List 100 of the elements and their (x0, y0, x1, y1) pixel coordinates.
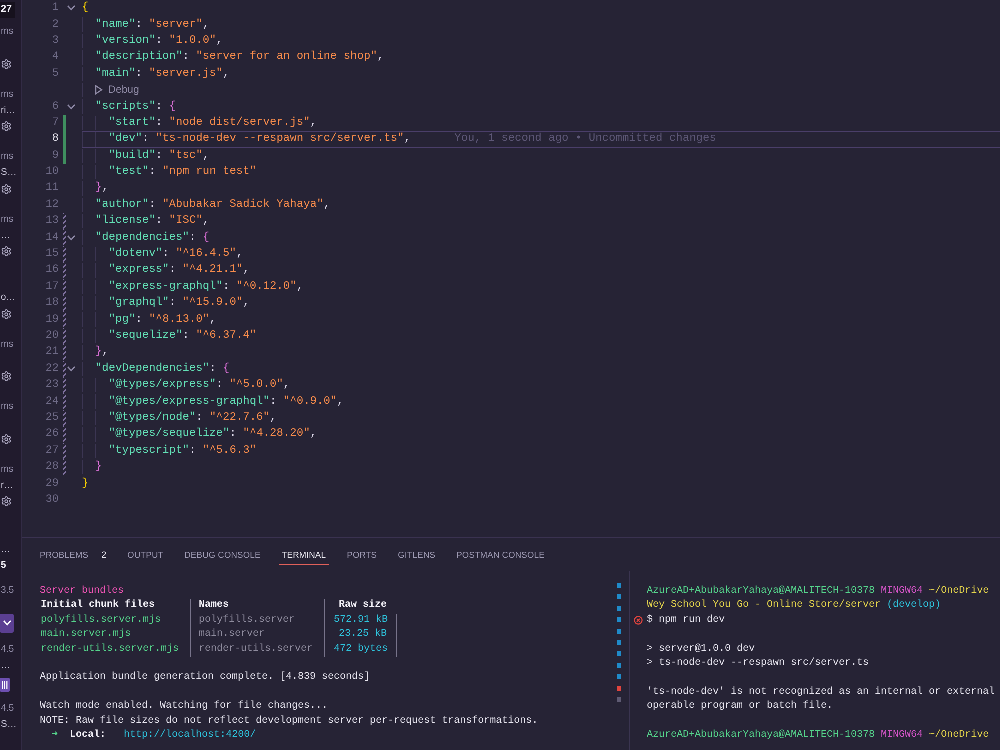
panel-tab[interactable]: TERMINAL (278, 545, 330, 565)
table-header: Raw size (324, 599, 397, 614)
hatched-line-bar[interactable] (62, 360, 66, 377)
line-number: 21 (46, 345, 59, 360)
gear-icon[interactable] (1, 371, 12, 382)
terminal-line: Watch mode enabled. Watching for file changes... (40, 700, 328, 714)
code-line: "sequelize": "^6.37.4" (108, 329, 257, 343)
chevron-down-icon[interactable] (0, 614, 14, 632)
table-cell: 23.25 kB (324, 628, 397, 643)
table-cell: polyfills.server (190, 614, 324, 628)
panel-tab[interactable]: DEBUG CONSOLE (182, 545, 264, 565)
code-line: "graphql": "^15.9.0", (108, 296, 250, 310)
line-number: 11 (46, 181, 59, 196)
code-line: "express": "^4.21.1", (108, 263, 250, 278)
gear-icon[interactable] (1, 434, 12, 444)
code-line: "name": "server", (95, 18, 210, 32)
code-line: } (95, 460, 102, 474)
duration-text: ms (0, 25, 14, 39)
error-circle-icon[interactable] (634, 616, 643, 626)
line-number: 25 (46, 410, 59, 425)
panel-tab[interactable]: GITLENS (395, 545, 439, 565)
line-number: 3 (52, 34, 59, 48)
code-line: "devDependencies": { (95, 362, 230, 376)
line-number: 30 (46, 492, 59, 507)
gear-icon[interactable] (1, 246, 12, 257)
added-line-bar[interactable] (62, 114, 66, 132)
line-number: 15 (46, 247, 59, 262)
hatched-line-bar[interactable] (62, 376, 66, 394)
debug-codelens[interactable]: Debug (95, 83, 140, 98)
item-label: … (0, 542, 10, 556)
gear-icon[interactable] (1, 121, 12, 132)
terminal-heading: Server bundles (40, 585, 124, 599)
gear-icon[interactable] (1, 496, 12, 507)
hatched-line-bar[interactable] (62, 262, 66, 279)
line-number: 24 (46, 394, 59, 409)
duration-text: ms (0, 338, 14, 352)
item-label: r… (0, 478, 14, 492)
line-number: 1 (52, 1, 59, 16)
panel-tab[interactable]: OUTPUT (124, 545, 167, 565)
terminal-line: NOTE: Raw file sizes do not reflect development server per-request transformations. (40, 714, 538, 729)
hatched-line-bar[interactable] (62, 410, 66, 426)
item-label: S… (0, 166, 17, 180)
hatched-line-bar[interactable] (62, 246, 66, 262)
hatched-line-bar[interactable] (62, 311, 66, 328)
line-number: 28 (46, 460, 59, 474)
count-badge: 27 (0, 2, 16, 18)
hatched-line-bar[interactable] (62, 344, 66, 361)
line-number: 26 (46, 427, 59, 442)
table-header: Names (190, 599, 324, 614)
table-cell: render-utils.server (190, 642, 324, 657)
gear-icon[interactable] (1, 58, 12, 70)
line-number: 13 (46, 214, 59, 228)
code-line: "dependencies": { (95, 230, 210, 245)
line-number: 17 (46, 280, 59, 294)
hatched-line-bar[interactable] (62, 458, 66, 476)
code-line: "license": "ISC", (95, 214, 210, 228)
hatched-line-bar[interactable] (62, 442, 66, 459)
table-header: Initial chunk files (40, 599, 156, 614)
code-line: "@types/express-graphql": "^0.9.0", (108, 394, 344, 409)
hatched-line-bar[interactable] (62, 328, 66, 344)
duration-text: ms (0, 400, 14, 414)
duration-text: ms (0, 88, 15, 102)
gear-icon[interactable] (1, 308, 12, 320)
hatched-line-bar[interactable] (62, 426, 66, 443)
play-icon (95, 85, 104, 96)
line-number: 4 (52, 50, 59, 64)
table-cell: 472 bytes (324, 642, 397, 657)
hatched-line-bar[interactable] (62, 295, 66, 312)
terminal-line: > server@1.0.0 dev (647, 642, 756, 657)
code-line: "express-graphql": "^0.12.0", (108, 280, 304, 294)
hatched-line-bar[interactable] (62, 278, 66, 296)
added-line-bar[interactable] (62, 131, 66, 148)
panel-tab[interactable]: PORTS (344, 545, 380, 565)
prompt-user: AzureAD+AbubakarYahaya@AMALITECH-10378 (647, 585, 876, 599)
item-label: o… (0, 291, 16, 305)
line-number: 27 (46, 444, 59, 458)
local-url-link[interactable]: http://localhost:4200/ (124, 728, 256, 744)
code-line: "@types/sequelize": "^4.28.20", (108, 427, 317, 442)
line-number: 8 (52, 132, 59, 146)
line-number: 6 (52, 100, 59, 114)
hatched-line-bar[interactable] (62, 213, 66, 230)
value-text: 3.5 (0, 584, 14, 598)
line-number: 10 (46, 165, 59, 180)
hatched-line-bar[interactable] (62, 393, 66, 410)
added-line-bar[interactable] (62, 148, 66, 164)
line-number: 23 (46, 378, 59, 392)
prompt-shell: MINGW64 (881, 728, 924, 743)
item-label: … (0, 228, 12, 242)
git-branch: (develop) (887, 599, 942, 614)
panel-tab[interactable]: POSTMAN CONSOLE (454, 545, 548, 565)
code-line: }, (95, 345, 109, 360)
line-number: 9 (52, 148, 59, 163)
bars-icon[interactable] (0, 678, 10, 692)
value-text: 4.5 (0, 702, 14, 716)
code-line: "typescript": "^5.6.3" (108, 444, 257, 458)
line-number: 2 (52, 18, 59, 32)
hatched-line-bar[interactable] (62, 229, 66, 246)
code-line: "author": "Abubakar Sadick Yahaya", (95, 198, 330, 212)
panel-tab[interactable]: PROBLEMS 2 (37, 545, 110, 565)
gear-icon[interactable] (1, 184, 12, 194)
